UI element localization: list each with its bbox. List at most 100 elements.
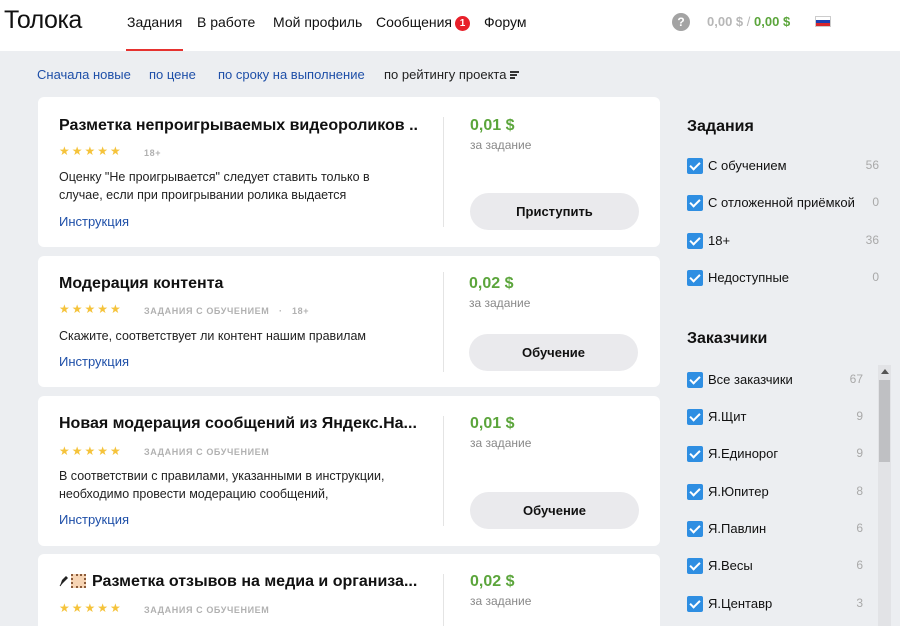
sort-descending-icon: [510, 71, 520, 79]
card-divider: [443, 272, 444, 372]
task-title[interactable]: Модерация контента: [59, 275, 419, 293]
help-icon[interactable]: ?: [672, 13, 690, 31]
filter-label: Недоступные: [708, 270, 790, 285]
card-divider: [443, 117, 444, 227]
customer-count: 9: [856, 446, 863, 460]
task-title[interactable]: Разметка отзывов на медиа и организа...: [59, 573, 439, 591]
filter-count: 36: [865, 233, 879, 247]
price-note: за задание: [470, 594, 532, 608]
checkbox[interactable]: [687, 446, 703, 462]
customer-label: Я.Центавр: [708, 596, 773, 611]
logo[interactable]: Толока: [4, 6, 82, 35]
training-button[interactable]: Обучение: [470, 492, 639, 529]
checkbox[interactable]: [687, 195, 703, 211]
filter-label: С отложенной приёмкой: [708, 195, 855, 210]
nav-messages-label: Сообщения: [376, 14, 452, 30]
task-price: 0,02 $: [470, 573, 515, 590]
filter-label: С обучением: [708, 158, 787, 173]
task-card[interactable]: Новая модерация сообщений из Яндекс.На..…: [38, 396, 660, 546]
rating-stars: ★★★★★: [59, 302, 123, 316]
nav-tasks[interactable]: Задания: [125, 14, 184, 51]
training-button[interactable]: Обучение: [469, 334, 638, 371]
sort-project-rating[interactable]: по рейтингу проекта: [384, 67, 520, 82]
sort-price[interactable]: по цене: [149, 67, 196, 82]
filter-adult[interactable]: 18+ 36: [687, 233, 879, 251]
customer-item[interactable]: Я.Весы 6: [687, 558, 863, 576]
cookie-emoji-icon: [71, 574, 86, 588]
card-divider: [443, 416, 444, 526]
task-description: Скажите, соответствует ли контент нашим …: [59, 329, 367, 343]
price-note: за задание: [470, 138, 532, 152]
filter-unavailable[interactable]: Недоступные 0: [687, 270, 879, 288]
customer-item[interactable]: Я.Центавр 3: [687, 596, 863, 614]
customer-label: Все заказчики: [708, 372, 793, 387]
tasks-filter-heading: Задания: [687, 118, 754, 135]
task-card[interactable]: Модерация контента ★★★★★ ЗАДАНИЯ С ОБУЧЕ…: [38, 256, 660, 387]
age-tag: 18+: [292, 306, 310, 316]
task-title[interactable]: Новая модерация сообщений из Яндекс.На..…: [59, 415, 419, 433]
top-bar: Толока Задания В работе Мой профиль Сооб…: [0, 0, 900, 51]
nav-tasks-label: Задания: [127, 14, 183, 30]
russia-flag-icon[interactable]: [815, 16, 831, 27]
task-title[interactable]: Разметка непроигрываемых видеороликов ..…: [59, 117, 419, 135]
customer-item[interactable]: Я.Павлин 6: [687, 521, 863, 539]
checkbox[interactable]: [687, 596, 703, 612]
task-card[interactable]: Разметка отзывов на медиа и организа... …: [38, 554, 660, 626]
customer-item[interactable]: Я.Юпитер 8: [687, 484, 863, 502]
customer-count: 6: [856, 521, 863, 535]
checkbox[interactable]: [687, 270, 703, 286]
task-price: 0,01 $: [470, 415, 515, 432]
customer-label: Я.Щит: [708, 409, 747, 424]
checkbox[interactable]: [687, 158, 703, 174]
customer-count: 3: [856, 596, 863, 610]
balance[interactable]: 0,00 $ / 0,00 $: [707, 14, 790, 29]
sort-deadline[interactable]: по сроку на выполнение: [218, 67, 365, 82]
filter-delayed-acceptance[interactable]: С отложенной приёмкой 0: [687, 195, 879, 213]
instruction-link[interactable]: Инструкция: [59, 214, 129, 229]
rating-stars: ★★★★★: [59, 144, 123, 158]
checkbox[interactable]: [687, 484, 703, 500]
scrollbar-thumb[interactable]: [879, 380, 890, 462]
sort-newest[interactable]: Сначала новые: [37, 67, 131, 82]
training-tag: ЗАДАНИЯ С ОБУЧЕНИЕМ: [144, 605, 270, 615]
rating-stars: ★★★★★: [59, 444, 123, 458]
checkbox[interactable]: [687, 372, 703, 388]
customer-label: Я.Павлин: [708, 521, 767, 536]
filter-with-training[interactable]: С обучением 56: [687, 158, 879, 176]
age-tag: 18+: [144, 148, 162, 158]
customer-count: 6: [856, 558, 863, 572]
task-title-text: Разметка отзывов на медиа и организа...: [92, 573, 418, 590]
nav-forum-label: Форум: [484, 14, 527, 30]
balance-pending: 0,00 $: [707, 14, 744, 29]
customer-item[interactable]: Я.Щит 9: [687, 409, 863, 427]
card-divider: [443, 574, 444, 626]
task-description: Оценку "Не проигрывается" следует ставит…: [59, 170, 370, 202]
filter-count: 56: [865, 158, 879, 172]
task-card[interactable]: Разметка непроигрываемых видеороликов ..…: [38, 97, 660, 247]
sort-project-rating-label: по рейтингу проекта: [384, 67, 507, 82]
filter-label: 18+: [708, 233, 731, 248]
customer-all[interactable]: Все заказчики 67: [687, 372, 863, 390]
nav-profile[interactable]: Мой профиль: [273, 14, 362, 30]
start-button[interactable]: Приступить: [470, 193, 639, 230]
instruction-link[interactable]: Инструкция: [59, 354, 129, 369]
checkbox[interactable]: [687, 558, 703, 574]
tag-separator: ·: [279, 306, 283, 316]
checkbox[interactable]: [687, 233, 703, 249]
price-note: за задание: [469, 296, 531, 310]
nav-forum[interactable]: Форум: [484, 14, 527, 30]
filter-count: 0: [872, 195, 879, 209]
checkbox[interactable]: [687, 409, 703, 425]
customers-filter-heading: Заказчики: [687, 330, 768, 347]
instruction-link[interactable]: Инструкция: [59, 512, 129, 527]
customers-scrollbar[interactable]: [878, 365, 891, 626]
scroll-up-arrow-icon[interactable]: [881, 369, 889, 374]
checkbox[interactable]: [687, 521, 703, 537]
training-tag: ЗАДАНИЯ С ОБУЧЕНИЕМ: [144, 447, 270, 457]
nav-in-progress[interactable]: В работе: [197, 14, 255, 30]
nav-messages[interactable]: Сообщения 1: [376, 14, 470, 31]
customer-item[interactable]: Я.Единорог 9: [687, 446, 863, 464]
price-note: за задание: [470, 436, 532, 450]
customer-count: 8: [856, 484, 863, 498]
customer-label: Я.Юпитер: [708, 484, 769, 499]
